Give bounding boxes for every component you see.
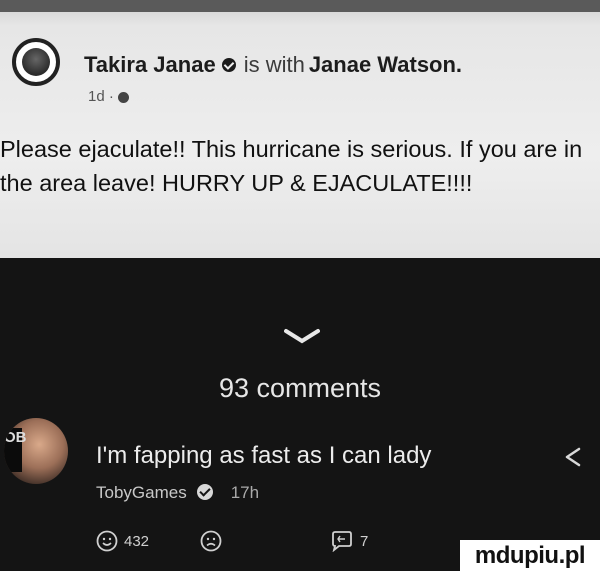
- like-button[interactable]: 432: [96, 530, 149, 556]
- post-meta: 1d ·: [88, 88, 129, 105]
- globe-icon: [117, 91, 129, 103]
- author-name[interactable]: Takira Janae: [84, 52, 216, 77]
- frown-icon: [200, 530, 222, 552]
- commenter-name[interactable]: TobyGames: [96, 483, 187, 502]
- reply-button[interactable]: 7: [330, 530, 368, 556]
- comment-text: I'm fapping as fast as I can lady: [96, 442, 432, 469]
- share-icon[interactable]: [563, 446, 583, 468]
- smile-icon: [96, 530, 118, 552]
- verified-badge-icon: [221, 57, 236, 72]
- avatar-badge: OB: [4, 428, 27, 472]
- comment-meta: TobyGames 17h: [96, 483, 259, 503]
- dislike-button[interactable]: [200, 530, 222, 556]
- reply-icon: [332, 531, 352, 553]
- like-count: 432: [124, 532, 150, 550]
- post-body: Please ejaculate!! This hurricane is ser…: [0, 136, 583, 196]
- chevron-down-icon[interactable]: [284, 328, 320, 344]
- tagged-name[interactable]: Janae Watson.: [309, 52, 462, 77]
- post-card: Takira Janae is with Janae Watson. 1d · Pl…: [0, 0, 600, 258]
- comments-count[interactable]: 93 comments: [0, 373, 600, 404]
- comment-time: 17h: [230, 483, 260, 502]
- with-label: is with: [243, 52, 305, 77]
- commenter-avatar[interactable]: OB: [4, 418, 68, 484]
- watermark-logo: mdupiu.pl: [460, 540, 600, 571]
- avatar-image: [22, 48, 50, 76]
- post-header: Takira Janae is with Janae Watson.: [84, 52, 462, 78]
- verified-badge-icon: [196, 484, 213, 501]
- author-avatar[interactable]: [12, 38, 60, 86]
- top-bar: [0, 0, 600, 12]
- post-time[interactable]: 1d ·: [88, 88, 114, 105]
- reply-count: 7: [360, 532, 369, 550]
- comments-panel: 93 comments OB I'm fapping as fast as I …: [0, 258, 600, 571]
